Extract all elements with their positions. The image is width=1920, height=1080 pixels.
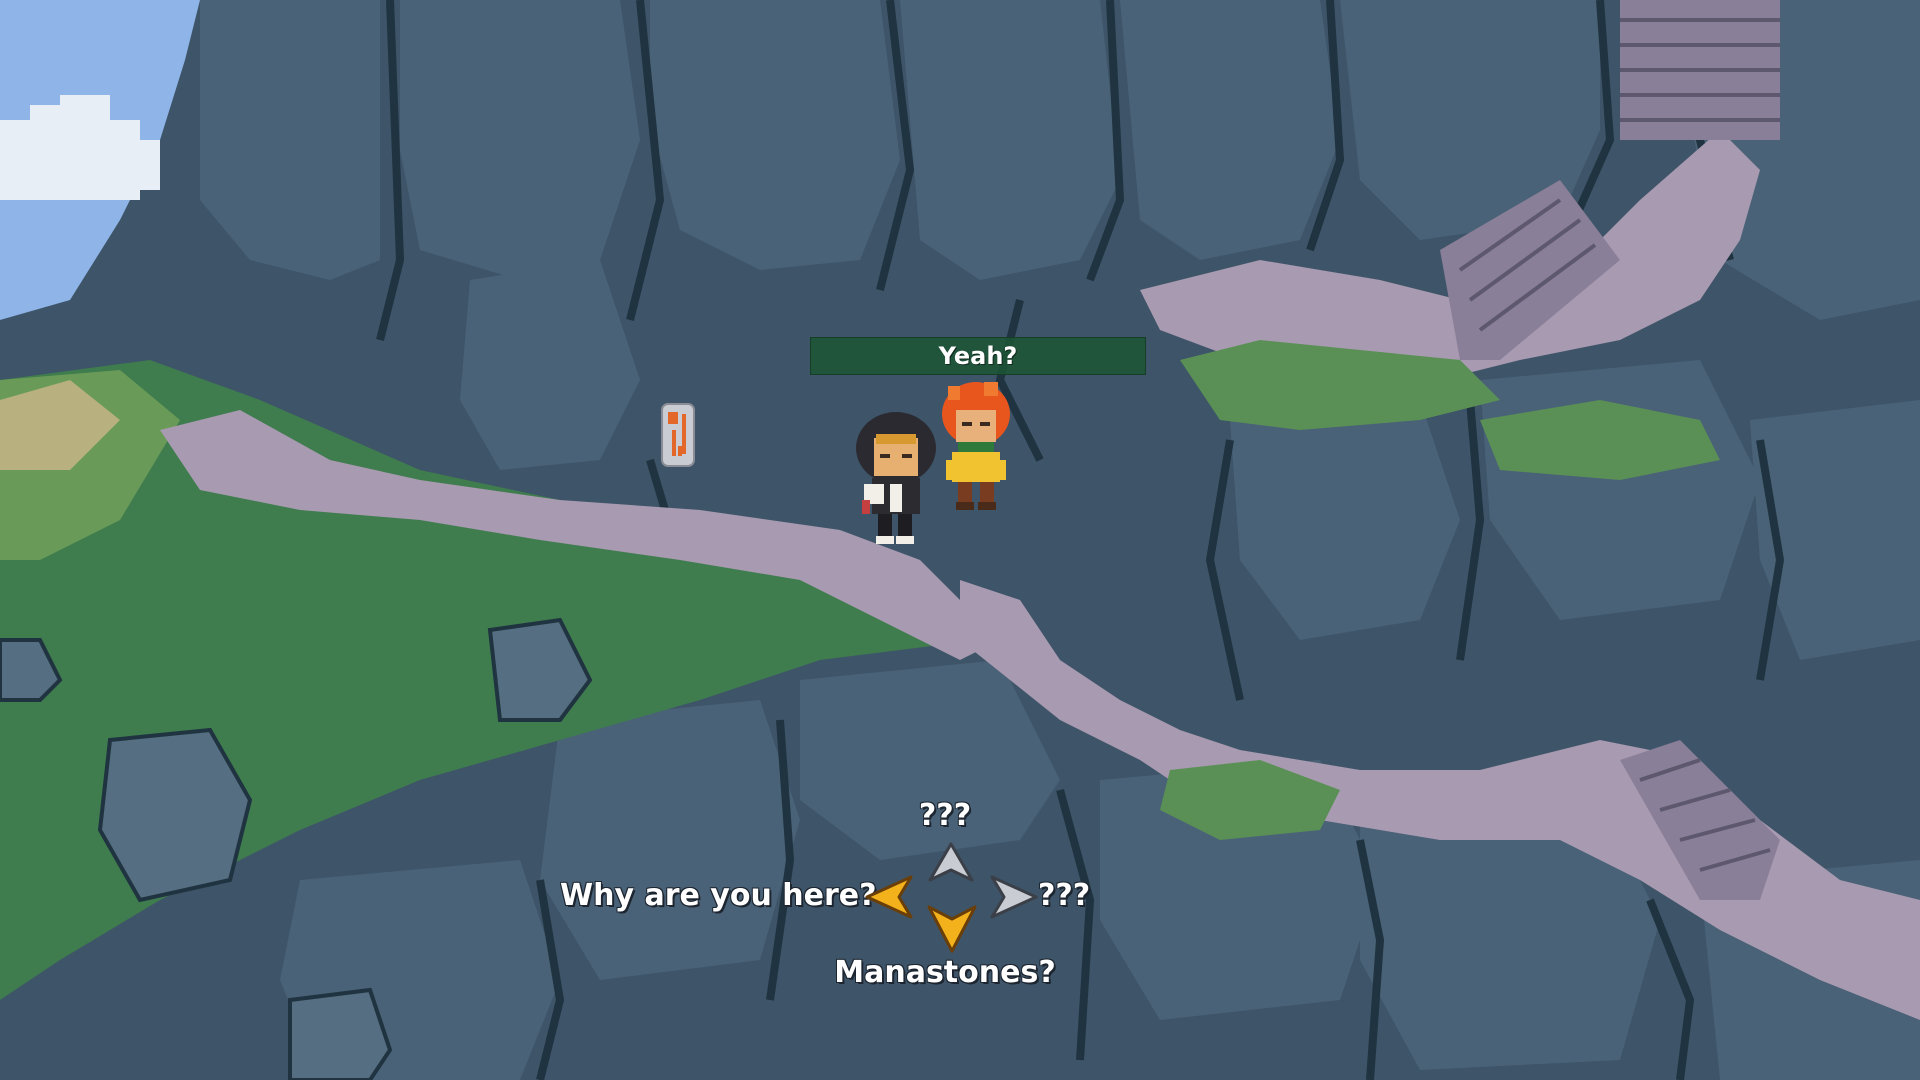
speech-bubble: Yeah? (810, 337, 1146, 375)
chevron-down-icon[interactable] (927, 903, 977, 953)
game-scene: Yeah? ??? Why are you here? ??? Manaston… (0, 0, 1920, 1080)
choice-up-label[interactable]: ??? (895, 798, 995, 833)
speech-text: Yeah? (938, 342, 1018, 370)
choice-down-label[interactable]: Manastones? (795, 955, 1095, 990)
player-character (856, 412, 936, 544)
chevron-right-icon[interactable] (988, 873, 1038, 921)
red-haired-npc[interactable] (938, 380, 1014, 514)
chevron-left-icon[interactable] (865, 873, 915, 921)
choice-right-label[interactable]: ??? (1038, 878, 1158, 913)
choice-left-label[interactable]: Why are you here? (560, 878, 877, 913)
orange-rune-sign-icon[interactable] (658, 402, 698, 468)
chevron-up-icon[interactable] (928, 842, 974, 884)
